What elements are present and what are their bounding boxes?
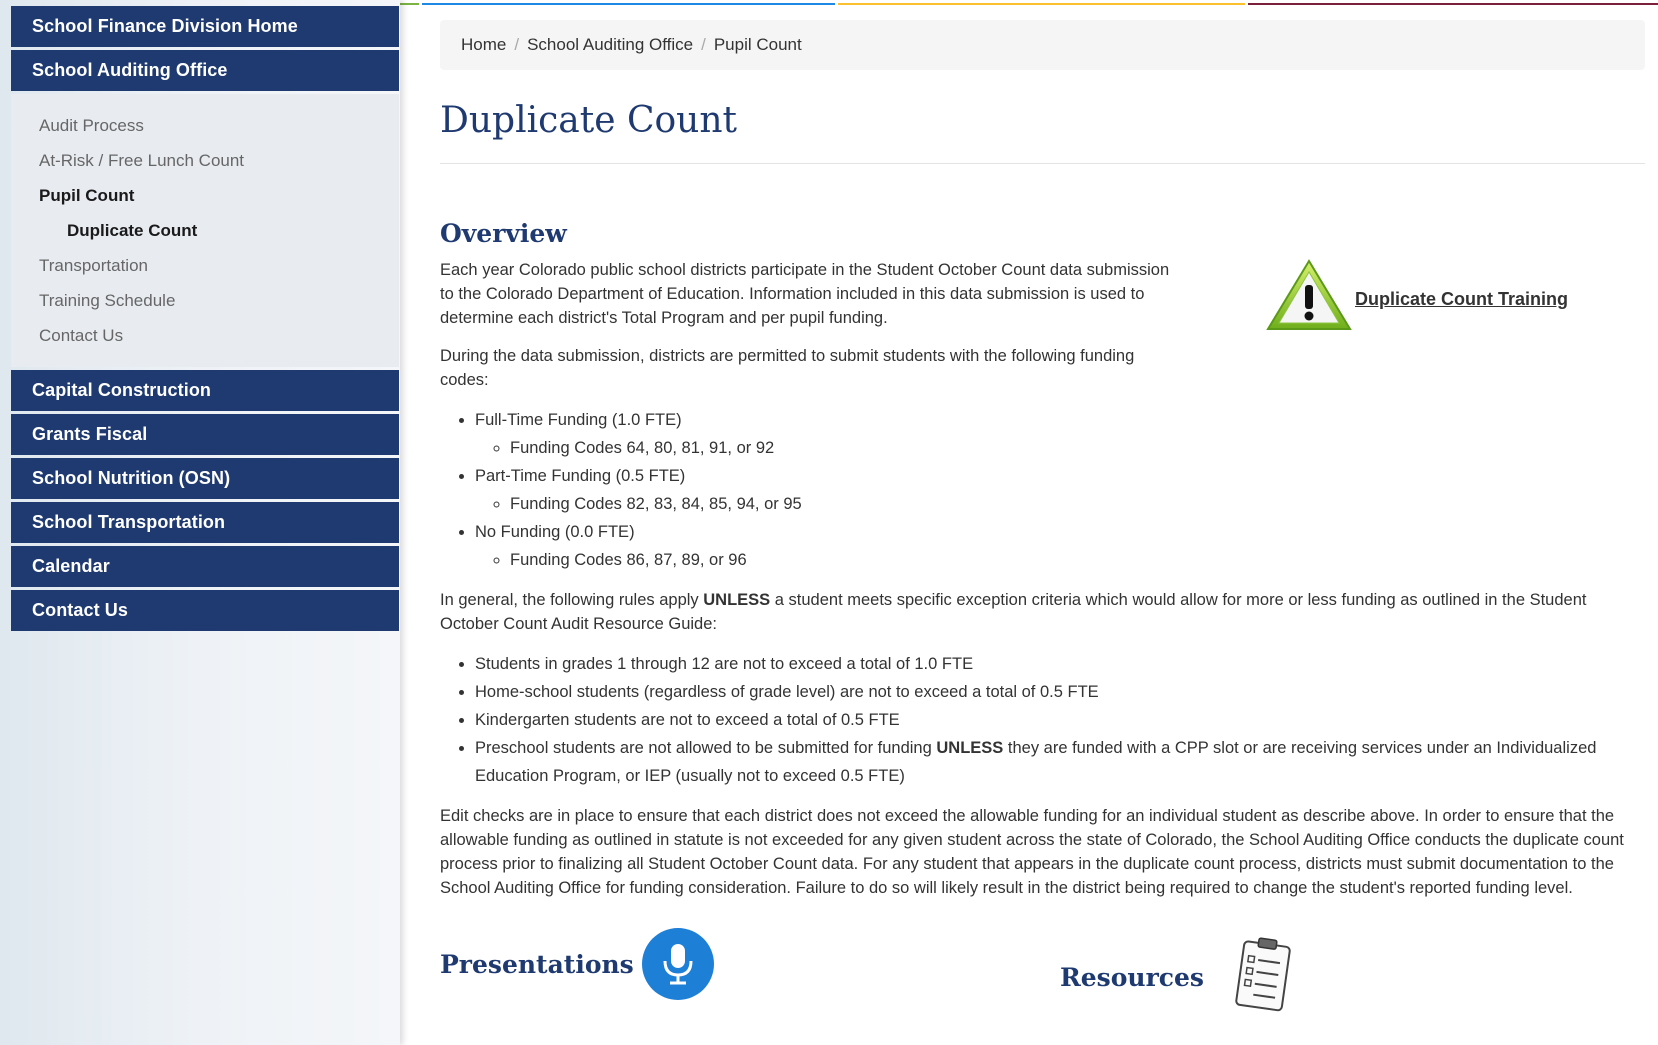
resources-heading: Resources (1060, 962, 1204, 992)
nav-school-auditing-office[interactable]: School Auditing Office (11, 50, 399, 91)
breadcrumb-separator: / (701, 35, 706, 54)
subnav-pupil-count[interactable]: Pupil Count (11, 178, 399, 213)
list-item: Funding Codes 82, 83, 84, 85, 94, or 95 (510, 490, 1645, 518)
breadcrumb-pupil-count[interactable]: Pupil Count (714, 35, 802, 54)
presentations-section: Presentations (440, 928, 714, 1000)
nav-school-nutrition[interactable]: School Nutrition (OSN) (11, 458, 399, 499)
subnav-training-schedule[interactable]: Training Schedule (11, 283, 399, 318)
microphone-icon[interactable] (641, 928, 714, 1000)
nav-grants-fiscal[interactable]: Grants Fiscal (11, 414, 399, 455)
bottom-sections: Presentations Resources (440, 928, 1645, 1018)
nav-calendar[interactable]: Calendar (11, 546, 399, 587)
list-item: Funding Codes 86, 87, 89, or 96 (510, 546, 1645, 574)
duplicate-count-training-link[interactable]: Duplicate Count Training (1355, 287, 1568, 311)
overview-heading: Overview (440, 219, 567, 248)
list-item: Funding Codes 64, 80, 81, 91, or 92 (510, 434, 1645, 462)
overview-section: Duplicate Count Training Each year Color… (440, 258, 1645, 900)
subnav-duplicate-count[interactable]: Duplicate Count (11, 213, 399, 248)
nav-school-transportation[interactable]: School Transportation (11, 502, 399, 543)
list-item: Part-Time Funding (0.5 FTE) Funding Code… (475, 462, 1645, 518)
nav-capital-construction[interactable]: Capital Construction (11, 370, 399, 411)
list-item: No Funding (0.0 FTE) Funding Codes 86, 8… (475, 518, 1645, 574)
main-content: Home / School Auditing Office / Pupil Count … (440, 20, 1645, 1018)
list-item: Full-Time Funding (1.0 FTE) Funding Code… (475, 406, 1645, 462)
page-title: Duplicate Count (440, 100, 1645, 164)
presentations-heading: Presentations (440, 949, 634, 979)
breadcrumb-school-auditing-office[interactable]: School Auditing Office (527, 35, 693, 54)
subnav-audit-process[interactable]: Audit Process (11, 108, 399, 143)
clipboard-checklist-icon[interactable] (1232, 936, 1296, 1018)
sidebar: School Finance Division Home School Audi… (0, 0, 400, 1045)
list-item: Preschool students are not allowed to be… (475, 734, 1645, 790)
overview-paragraph-1: Each year Colorado public school distric… (440, 261, 1170, 327)
rules-intro-paragraph: In general, the following rules apply UN… (440, 591, 1587, 633)
funding-codes-list: Full-Time Funding (1.0 FTE) Funding Code… (440, 406, 1645, 574)
list-item: Students in grades 1 through 12 are not … (475, 650, 1645, 678)
breadcrumb: Home / School Auditing Office / Pupil Count (440, 20, 1645, 70)
warning-triangle-icon[interactable] (1265, 258, 1353, 339)
subnav-at-risk-free-lunch[interactable]: At-Risk / Free Lunch Count (11, 143, 399, 178)
subnav: Audit Process At-Risk / Free Lunch Count… (11, 94, 399, 367)
rules-list: Students in grades 1 through 12 are not … (440, 650, 1645, 790)
edit-checks-paragraph: Edit checks are in place to ensure that … (440, 807, 1624, 897)
subnav-transportation[interactable]: Transportation (11, 248, 399, 283)
breadcrumb-separator: / (514, 35, 520, 54)
nav-school-finance-home[interactable]: School Finance Division Home (11, 6, 399, 47)
list-item: Home-school students (regardless of grad… (475, 678, 1645, 706)
subnav-contact-us[interactable]: Contact Us (11, 318, 399, 353)
breadcrumb-home[interactable]: Home (461, 35, 506, 54)
duplicate-count-training: Duplicate Count Training (1265, 258, 1568, 339)
list-item: Kindergarten students are not to exceed … (475, 706, 1645, 734)
nav-contact-us[interactable]: Contact Us (11, 590, 399, 631)
overview-paragraph-2: During the data submission, districts ar… (440, 347, 1135, 389)
resources-section: Resources (1060, 936, 1296, 1018)
